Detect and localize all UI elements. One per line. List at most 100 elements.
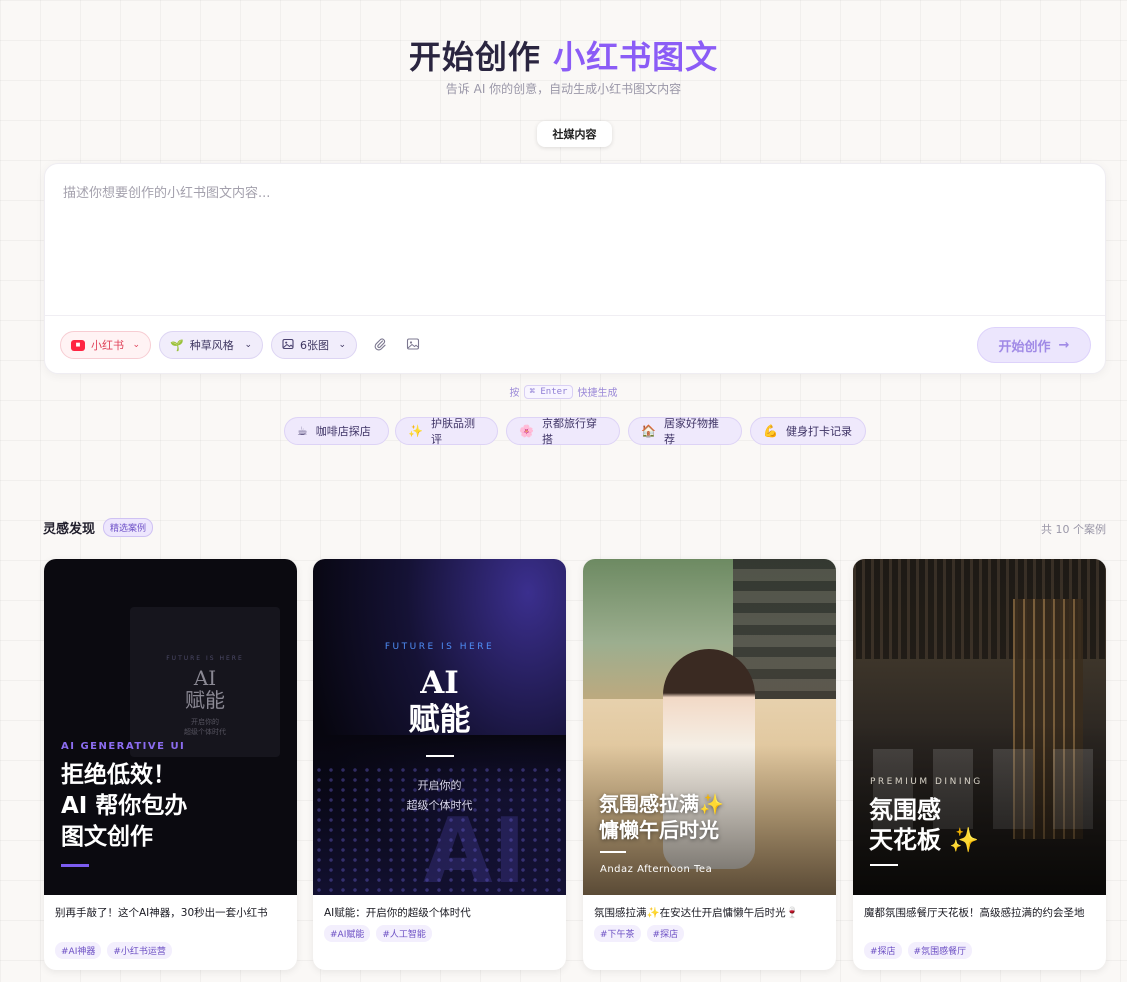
inspiration-card[interactable]: AI FUTURE IS HERE AI 赋能 开启你的 超级个体时代 AI赋能：开… (313, 559, 566, 970)
paperclip-icon (373, 336, 387, 355)
cover-headline-line: 氛围感 (869, 796, 941, 824)
start-create-label: 开始创作 (998, 339, 1051, 355)
image-icon (406, 336, 420, 355)
prompt-input[interactable] (45, 164, 1105, 314)
tag[interactable]: #AI赋能 (324, 925, 371, 942)
inspiration-title: 灵感发现 (43, 522, 96, 537)
card-cover: FUTURE IS HERE AI 赋能 开启你的超级个体时代 AI GENERA… (44, 559, 297, 895)
quick-chip-label: 京都旅行穿搭 (541, 417, 597, 446)
cover-label: AI GENERATIVE UI (61, 741, 186, 752)
card-tags: #AI赋能 #人工智能 (324, 925, 432, 942)
house-icon: 🏠 (641, 424, 656, 438)
quick-chip-skincare[interactable]: ✨ 护肤品测评 (395, 417, 498, 446)
cover-title-line: AI (420, 665, 459, 701)
platform-select-label: 小红书 (91, 339, 124, 352)
tag[interactable]: #探店 (864, 942, 902, 959)
cover-headline-line: 氛围感拉满✨ (599, 792, 724, 816)
cover-inner-card: FUTURE IS HERE AI 赋能 开启你的超级个体时代 (130, 607, 280, 757)
quick-chip-kyoto[interactable]: 🌸 京都旅行穿搭 (506, 417, 620, 446)
platform-select[interactable]: ■ 小红书 ⌄ (60, 331, 151, 359)
inspiration-card[interactable]: FUTURE IS HERE AI 赋能 开启你的超级个体时代 AI GENERA… (44, 559, 297, 970)
tag[interactable]: #氛围感餐厅 (907, 942, 973, 959)
attach-file-button[interactable] (371, 336, 389, 354)
card-title: 魔都氛围感餐厅天花板！高级感拉满的约会圣地 (864, 907, 1085, 919)
card-cover: AI FUTURE IS HERE AI 赋能 开启你的 超级个体时代 (313, 559, 566, 895)
inspiration-card[interactable]: 氛围感拉满✨ 慵懒午后时光 Andaz Afternoon Tea 氛围感拉满✨… (583, 559, 836, 970)
quick-chip-coffee[interactable]: ☕ 咖啡店探店 (284, 417, 389, 445)
cover-headline: 氛围感拉满✨ 慵懒午后时光 (599, 791, 724, 843)
cover-mini-sub: 开启你的超级个体时代 (130, 717, 280, 737)
quick-chip-fitness[interactable]: 💪 健身打卡记录 (750, 417, 866, 445)
arrow-right-icon: → (1058, 337, 1070, 353)
image-count-label: 6张图 (300, 339, 329, 352)
tag[interactable]: #AI神器 (55, 942, 102, 959)
cover-headline: 拒绝低效！ AI 帮你包办 图文创作 (61, 760, 187, 853)
cover-accent-bar (600, 851, 626, 853)
cover-headline-line: 天花板 ✨ (869, 826, 980, 854)
cover-headline-line: AI 帮你包办 (61, 793, 188, 819)
page-subtitle: 告诉 AI 你的创意，自动生成小红书图文内容 (445, 82, 682, 96)
cover-title: AI 赋能 (313, 665, 566, 739)
blossom-icon: 🌸 (519, 424, 534, 438)
sparkles-icon: ✨ (408, 424, 423, 438)
start-create-button[interactable]: 开始创作 → (977, 327, 1091, 363)
cover-mini-title: AI 赋能 (130, 667, 280, 711)
image-icon (282, 338, 294, 353)
chevron-down-icon: ⌄ (338, 340, 346, 350)
shortcut-hint: 按 ⌘ Enter 快捷生成 (0, 384, 1127, 399)
tag[interactable]: #探店 (646, 925, 685, 942)
shortcut-key: ⌘ Enter (523, 384, 574, 399)
cover-accent-bar (870, 864, 898, 866)
card-title: AI赋能：开启你的超级个体时代 (324, 907, 471, 919)
cover-mini-sub-line: 开启你的 (191, 718, 219, 726)
style-select-label: 种草风格 (189, 339, 234, 352)
page-title-main: 开始创作 (408, 38, 554, 76)
card-cover: 氛围感拉满✨ 慵懒午后时光 Andaz Afternoon Tea (583, 559, 836, 895)
cover-en: Andaz Afternoon Tea (600, 864, 713, 875)
cover-sub-line: 开启你的 (417, 779, 462, 792)
cover-mini-en: FUTURE IS HERE (166, 655, 244, 662)
card-title: 别再手敲了！这个AI神器，30秒出一套小红书 (55, 907, 268, 919)
card-tags: #下午茶 #探店 (594, 925, 685, 942)
cover-headline-line: 慵懒午后时光 (599, 818, 719, 842)
quick-chip-home[interactable]: 🏠 居家好物推荐 (628, 417, 742, 446)
sprout-icon: 🌱 (170, 338, 184, 352)
cover-en: PREMIUM DINING (870, 777, 983, 787)
image-count-select[interactable]: 6张图 ⌄ (271, 331, 357, 359)
quick-chip-label: 咖啡店探店 (315, 425, 371, 438)
cover-mini-title-line: AI (193, 666, 217, 690)
page-title-accent: 小红书图文 (553, 38, 719, 76)
tab-social-content[interactable]: 社媒内容 (537, 121, 612, 147)
card-title: 氛围感拉满✨在安达仕开启慵懒午后时光🍷 (594, 907, 799, 919)
muscle-icon: 💪 (763, 424, 778, 438)
quick-chip-label: 护肤品测评 (430, 417, 475, 446)
cover-mini-title-line: 赋能 (185, 688, 225, 712)
chevron-down-icon: ⌄ (244, 340, 252, 350)
card-tags: #探店 #氛围感餐厅 (864, 942, 973, 959)
cover-mini-sub-line: 超级个体时代 (184, 728, 226, 736)
xiaohongshu-logo-icon: ■ (71, 339, 85, 351)
tag[interactable]: #小红书运营 (107, 942, 172, 959)
composer-panel: ■ 小红书 ⌄ 🌱 种草风格 ⌄ 6张图 ⌄ 开始创作 → (44, 163, 1106, 374)
coffee-icon: ☕ (297, 424, 308, 438)
page-title: 开始创作 小红书图文 (0, 32, 1127, 78)
featured-badge: 精选案例 (103, 518, 154, 537)
cover-headline-line: 图文创作 (61, 824, 153, 850)
cover-headline: 氛围感 天花板 ✨ (869, 795, 979, 855)
card-tags: #AI神器 #小红书运营 (55, 942, 172, 959)
shortcut-hint-prefix: 按 (509, 388, 520, 399)
composer-divider (45, 315, 1105, 316)
cover-sub-line: 超级个体时代 (406, 799, 473, 812)
quick-chip-label: 健身打卡记录 (785, 425, 852, 438)
cover-headline-line: 拒绝低效！ (61, 762, 176, 788)
tag[interactable]: #人工智能 (376, 925, 432, 942)
inspiration-card[interactable]: PREMIUM DINING 氛围感 天花板 ✨ 魔都氛围感餐厅天花板！高级感拉… (853, 559, 1106, 970)
case-count: 共 10 个案例 (1041, 523, 1106, 536)
card-cover: PREMIUM DINING 氛围感 天花板 ✨ (853, 559, 1106, 895)
cover-accent-bar (426, 755, 454, 757)
cover-title-line: 赋能 (408, 702, 471, 738)
inspiration-header: 灵感发现 精选案例 (43, 518, 154, 537)
style-select[interactable]: 🌱 种草风格 ⌄ (159, 331, 263, 359)
tag[interactable]: #下午茶 (594, 925, 641, 942)
upload-image-button[interactable] (404, 336, 422, 354)
